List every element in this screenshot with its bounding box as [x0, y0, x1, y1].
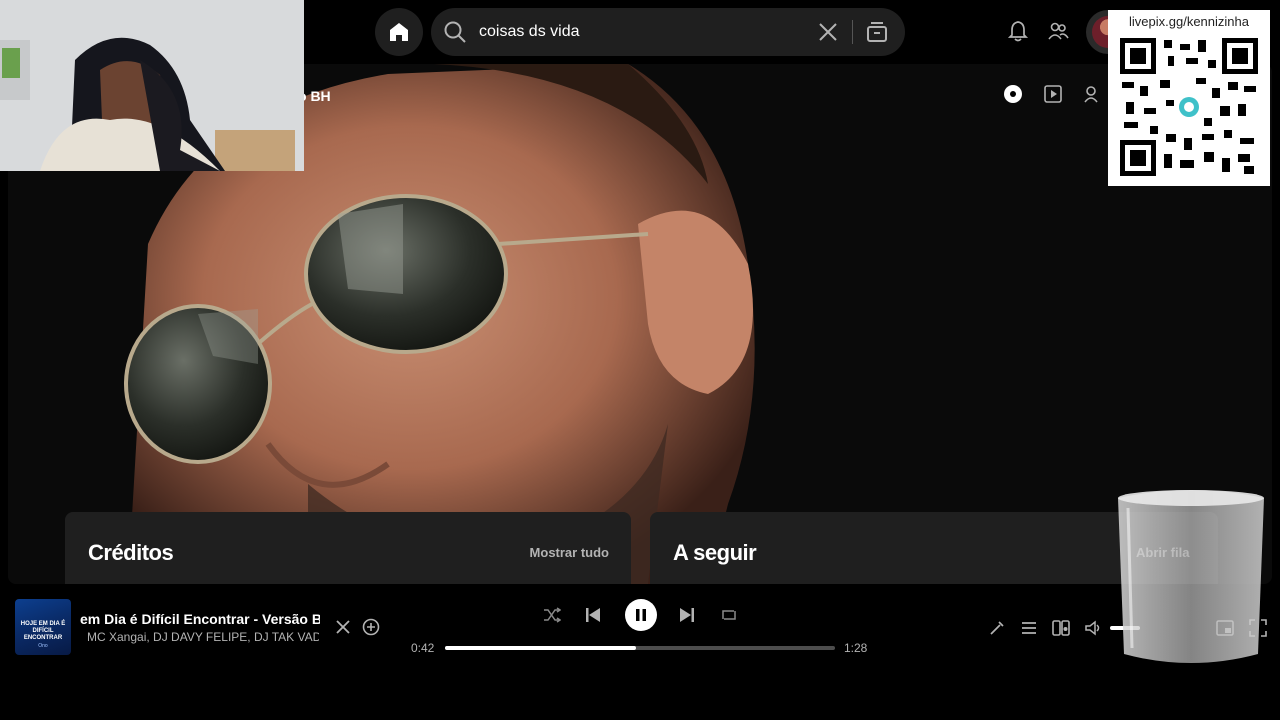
- close-icon[interactable]: [816, 20, 840, 44]
- search-bar[interactable]: [431, 8, 905, 56]
- open-queue-link[interactable]: Abrir fila: [1136, 545, 1189, 560]
- pause-icon: [636, 609, 646, 621]
- album-cover[interactable]: HOJE EM DIA É DIFÍCIL ENCONTRAR Ono: [15, 599, 71, 655]
- credits-card: Créditos Mostrar tudo: [65, 512, 631, 584]
- lyrics-icon[interactable]: [988, 619, 1006, 637]
- friends-icon[interactable]: [1047, 20, 1069, 42]
- artist-icon[interactable]: [1083, 84, 1103, 104]
- previous-icon[interactable]: [585, 607, 601, 623]
- browse-icon[interactable]: [865, 20, 889, 44]
- cover-small-text: Ono: [38, 643, 48, 649]
- search-icon: [444, 21, 466, 43]
- close-icon[interactable]: [335, 619, 351, 635]
- show-all-link[interactable]: Mostrar tudo: [530, 545, 609, 560]
- current-time: 0:42: [411, 641, 435, 655]
- add-to-library-icon[interactable]: [362, 618, 380, 636]
- player-bar: HOJE EM DIA É DIFÍCIL ENCONTRAR Ono em D…: [0, 584, 1280, 720]
- progress-bar[interactable]: [445, 646, 835, 650]
- video-icon[interactable]: [1043, 84, 1063, 104]
- pause-button[interactable]: [625, 599, 657, 631]
- volume-icon[interactable]: [1084, 619, 1102, 637]
- search-divider: [852, 20, 853, 44]
- cover-text: HOJE EM DIA É DIFÍCIL ENCONTRAR: [20, 621, 66, 641]
- connect-device-icon[interactable]: [1052, 619, 1070, 637]
- search-input[interactable]: [479, 20, 799, 44]
- track-artists[interactable]: MC Xangai, DJ DAVY FELIPE, DJ TAK VADIÃO: [87, 630, 319, 644]
- glass-overlay: [1118, 490, 1264, 663]
- view-icons: [1003, 84, 1103, 104]
- next-icon[interactable]: [679, 607, 695, 623]
- progress-fill: [445, 646, 637, 650]
- shuffle-icon[interactable]: [543, 607, 561, 623]
- qr-code: [1120, 38, 1258, 176]
- queue-icon[interactable]: [1020, 619, 1038, 637]
- webcam-overlay: [0, 0, 304, 171]
- track-title[interactable]: em Dia é Difícil Encontrar - Versão BH: [80, 611, 320, 627]
- donation-qr-overlay: livepix.gg/kennizinha: [1108, 10, 1270, 186]
- webcam-feed: [0, 0, 304, 171]
- qr-url: livepix.gg/kennizinha: [1129, 14, 1249, 29]
- total-time: 1:28: [844, 641, 868, 655]
- bell-icon[interactable]: [1007, 20, 1029, 42]
- up-next-title: A seguir: [673, 540, 757, 565]
- playback-controls: [540, 599, 740, 633]
- home-icon: [390, 23, 408, 41]
- repeat-icon[interactable]: [720, 607, 738, 623]
- credits-title: Créditos: [88, 540, 174, 565]
- home-button[interactable]: [375, 8, 423, 56]
- disc-icon[interactable]: [1003, 84, 1023, 104]
